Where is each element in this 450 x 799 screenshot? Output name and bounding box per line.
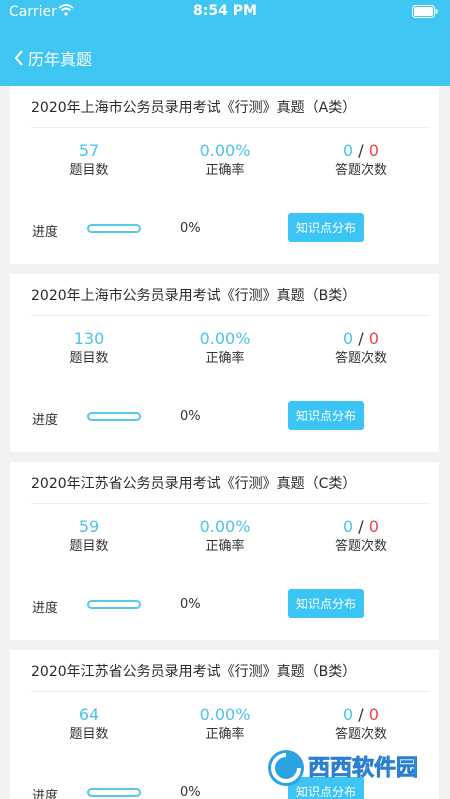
exam-card[interactable]: 2020年上海市公务员录用考试《行测》真题（B类） 130 题目数 0.00% …	[10, 274, 439, 452]
attempts-label: 答题次数	[334, 727, 387, 742]
watermark-logo: 西西软件园 CR173.COM	[268, 750, 433, 788]
stat-attempts: 0 / 0 答题次数	[301, 142, 421, 180]
attempts-done: 0	[343, 329, 354, 348]
stat-questions: 59 题目数	[29, 518, 149, 556]
status-bar: Carrier 8:54 PM	[0, 0, 450, 24]
page-title: 历年真题	[28, 50, 93, 69]
stat-accuracy: 0.00% 正确率	[165, 330, 285, 368]
progress-label: 进度	[32, 789, 59, 799]
accuracy-label: 正确率	[205, 163, 245, 178]
accuracy-value: 0.00%	[199, 517, 251, 536]
attempts-done: 0	[343, 517, 354, 536]
knowledge-distribution-button[interactable]: 知识点分布	[288, 589, 364, 618]
battery-icon	[412, 5, 438, 18]
exam-title: 2020年上海市公务员录用考试《行测》真题（A类）	[31, 100, 357, 116]
exam-title: 2020年江苏省公务员录用考试《行测》真题（C类）	[31, 476, 357, 492]
accuracy-value: 0.00%	[199, 329, 251, 348]
accuracy-value: 0.00%	[199, 705, 251, 724]
progress-percent: 0%	[180, 785, 201, 799]
attempts-total: 0	[368, 517, 379, 536]
exam-title: 2020年上海市公务员录用考试《行测》真题（B类）	[31, 288, 357, 304]
attempts-separator: /	[358, 141, 364, 160]
header: Carrier 8:54 PM 历年真题	[0, 0, 450, 86]
status-time: 8:54 PM	[193, 3, 257, 19]
divider	[31, 503, 429, 504]
attempts-total: 0	[368, 329, 379, 348]
divider	[31, 691, 429, 692]
progress-label: 进度	[32, 601, 59, 616]
progress-percent: 0%	[180, 221, 201, 236]
divider	[31, 127, 429, 128]
accuracy-label: 正确率	[205, 351, 245, 366]
exam-title: 2020年江苏省公务员录用考试《行测》真题（B类）	[31, 664, 357, 680]
stat-accuracy: 0.00% 正确率	[165, 706, 285, 744]
stat-accuracy: 0.00% 正确率	[165, 142, 285, 180]
stat-attempts: 0 / 0 答题次数	[301, 706, 421, 744]
progress-bar	[87, 224, 141, 233]
questions-count: 64	[78, 705, 100, 724]
attempts-value: 0 / 0	[301, 330, 421, 348]
watermark-sub: CR173.COM	[381, 778, 433, 788]
stat-attempts: 0 / 0 答题次数	[301, 330, 421, 368]
attempts-total: 0	[368, 141, 379, 160]
attempts-total: 0	[368, 705, 379, 724]
stat-accuracy: 0.00% 正确率	[165, 518, 285, 556]
stat-questions: 130 题目数	[29, 330, 149, 368]
questions-count: 59	[78, 517, 100, 536]
accuracy-label: 正确率	[205, 539, 245, 554]
attempts-done: 0	[343, 141, 354, 160]
progress-bar	[87, 600, 141, 609]
progress-bar	[87, 788, 141, 797]
knowledge-distribution-button[interactable]: 知识点分布	[288, 213, 364, 242]
chevron-left-icon	[14, 50, 23, 66]
exam-card[interactable]: 2020年江苏省公务员录用考试《行测》真题（C类） 59 题目数 0.00% 正…	[10, 462, 439, 640]
questions-count: 57	[78, 141, 100, 160]
progress-percent: 0%	[180, 597, 201, 612]
attempts-value: 0 / 0	[301, 706, 421, 724]
attempts-done: 0	[343, 705, 354, 724]
questions-label: 题目数	[69, 163, 109, 178]
accuracy-value: 0.00%	[199, 141, 251, 160]
progress-bar	[87, 412, 141, 421]
attempts-label: 答题次数	[334, 539, 387, 554]
questions-count: 130	[73, 329, 105, 348]
progress-percent: 0%	[180, 409, 201, 424]
questions-label: 题目数	[69, 539, 109, 554]
attempts-separator: /	[358, 705, 364, 724]
progress-label: 进度	[32, 225, 59, 240]
attempts-label: 答题次数	[334, 163, 387, 178]
questions-label: 题目数	[69, 351, 109, 366]
back-button[interactable]: 历年真题	[14, 46, 92, 70]
attempts-value: 0 / 0	[301, 518, 421, 536]
progress-label: 进度	[32, 413, 59, 428]
attempts-label: 答题次数	[334, 351, 387, 366]
exam-card[interactable]: 2020年上海市公务员录用考试《行测》真题（A类） 57 题目数 0.00% 正…	[10, 86, 439, 264]
attempts-value: 0 / 0	[301, 142, 421, 160]
stat-attempts: 0 / 0 答题次数	[301, 518, 421, 556]
app-screen: Carrier 8:54 PM 历年真题 2020年上海市公务员录用考试《行测》…	[0, 0, 450, 799]
accuracy-label: 正确率	[205, 727, 245, 742]
attempts-separator: /	[358, 517, 364, 536]
divider	[31, 315, 429, 316]
questions-label: 题目数	[69, 727, 109, 742]
attempts-separator: /	[358, 329, 364, 348]
stat-questions: 57 题目数	[29, 142, 149, 180]
knowledge-distribution-button[interactable]: 知识点分布	[288, 401, 364, 430]
watermark-text: 西西软件园	[308, 755, 418, 780]
stat-questions: 64 题目数	[29, 706, 149, 744]
